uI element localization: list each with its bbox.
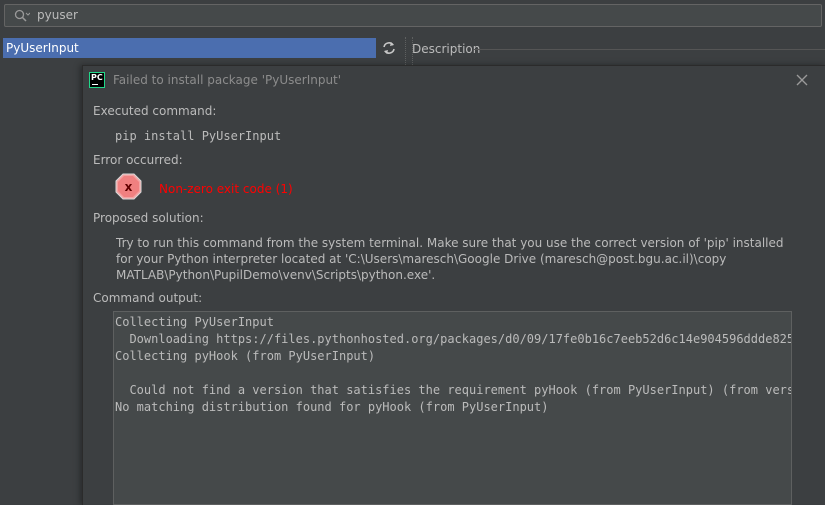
dialog-title: Failed to install package 'PyUserInput': [113, 73, 342, 87]
error-occurred-label: Error occurred:: [93, 153, 183, 167]
error-icon: x: [115, 173, 142, 200]
proposed-solution-label: Proposed solution:: [93, 211, 204, 225]
search-bar: [0, 0, 825, 33]
description-divider: [474, 49, 825, 50]
executed-command: pip install PyUserInput: [115, 129, 282, 143]
proposed-solution-text: Try to run this command from the system …: [116, 236, 784, 282]
output-line: Downloading https://files.pythonhosted.o…: [115, 332, 792, 346]
error-message: Non-zero exit code (1): [159, 182, 293, 196]
output-line: Collecting PyUserInput: [115, 315, 274, 329]
search-icon[interactable]: [14, 9, 30, 23]
close-icon[interactable]: [796, 74, 808, 86]
search-input[interactable]: [37, 8, 737, 22]
search-box[interactable]: [4, 4, 822, 27]
dialog-title-bar[interactable]: PC Failed to install package 'PyUserInpu…: [83, 66, 825, 94]
refresh-icon[interactable]: [378, 38, 400, 58]
output-line: No matching distribution found for pyHoo…: [115, 400, 549, 414]
output-line: Collecting pyHook (from PyUserInput): [115, 349, 376, 363]
output-line: Could not find a version that satisfies …: [115, 383, 792, 397]
description-label: Description: [412, 42, 481, 56]
command-output-label: Command output:: [93, 291, 203, 305]
executed-command-label: Executed command:: [93, 104, 217, 118]
package-list-item-selected[interactable]: PyUserInput: [3, 38, 376, 58]
install-error-dialog: PC Failed to install package 'PyUserInpu…: [82, 65, 825, 505]
svg-text:x: x: [125, 180, 133, 194]
command-output-area[interactable]: Collecting PyUserInput Downloading https…: [113, 311, 792, 505]
description-header: Description: [412, 38, 825, 60]
pycharm-icon: PC: [89, 72, 105, 88]
